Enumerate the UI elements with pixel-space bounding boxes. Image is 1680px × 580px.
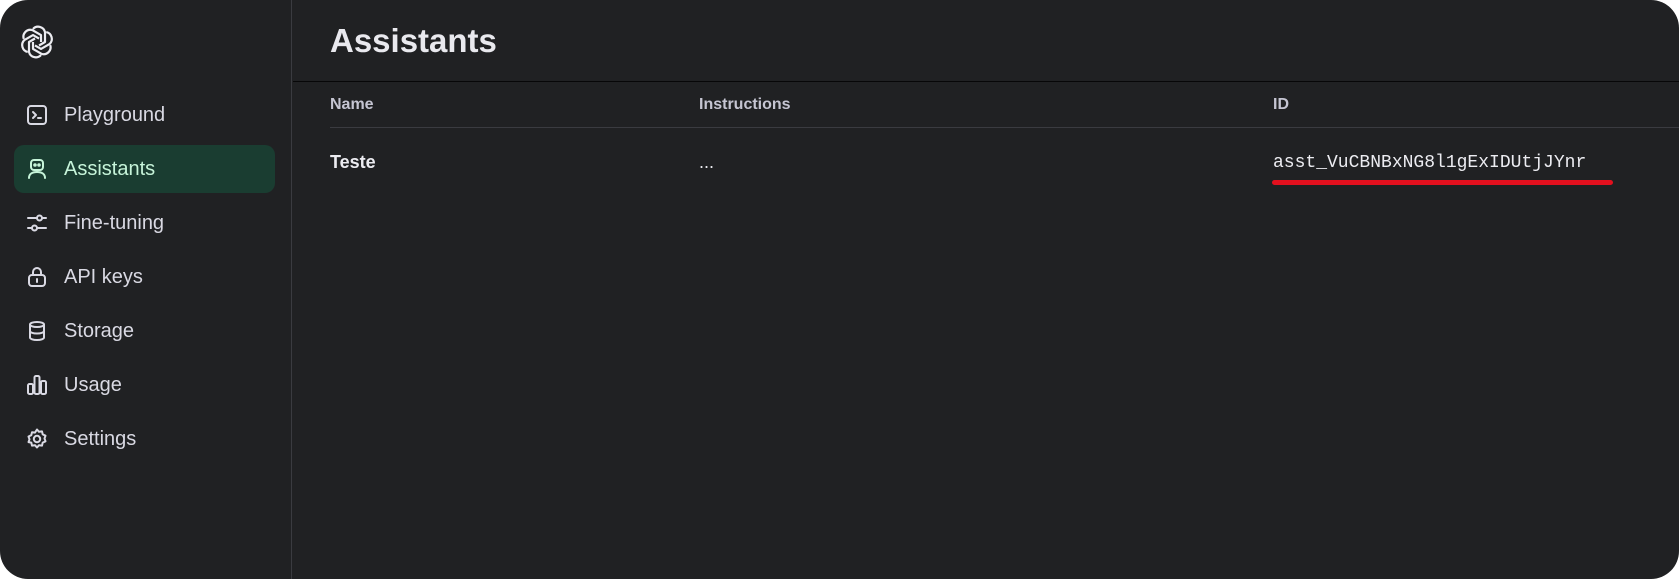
gear-icon xyxy=(24,426,50,452)
sidebar: Playground Assistants Fine-tuning API ke… xyxy=(0,0,292,579)
sidebar-item-assistants[interactable]: Assistants xyxy=(14,145,275,193)
assistant-id[interactable]: asst_VuCBNBxNG8l1gExIDUtjJYnr xyxy=(1273,153,1586,173)
app-window: Playground Assistants Fine-tuning API ke… xyxy=(0,0,1679,579)
sidebar-item-label: Storage xyxy=(64,319,135,342)
sidebar-item-label: Playground xyxy=(64,103,166,126)
column-header-name[interactable]: Name xyxy=(330,96,374,114)
sidebar-item-label: Settings xyxy=(64,427,137,450)
terminal-icon xyxy=(24,102,50,128)
red-underline-annotation xyxy=(1272,180,1613,185)
column-header-id[interactable]: ID xyxy=(1273,96,1289,114)
assistant-name: Teste xyxy=(330,152,376,172)
sidebar-item-fine-tuning[interactable]: Fine-tuning xyxy=(14,199,275,247)
sidebar-item-playground[interactable]: Playground xyxy=(14,91,275,139)
sidebar-item-storage[interactable]: Storage xyxy=(14,307,275,355)
database-icon xyxy=(24,318,50,344)
page-title: Assistants xyxy=(330,22,497,59)
page-header: Assistants xyxy=(293,0,1679,82)
table-row[interactable]: Teste ... asst_VuCBNBxNG8l1gExIDUtjJYnr xyxy=(330,128,1679,198)
sidebar-item-usage[interactable]: Usage xyxy=(14,361,275,409)
sidebar-item-settings[interactable]: Settings xyxy=(14,415,275,463)
openai-logo-icon[interactable] xyxy=(17,22,57,62)
bar-chart-icon xyxy=(24,372,50,398)
sliders-icon xyxy=(24,210,50,236)
sidebar-item-api-keys[interactable]: API keys xyxy=(14,253,275,301)
sidebar-item-label: Fine-tuning xyxy=(64,211,165,234)
sidebar-item-label: API keys xyxy=(64,265,143,288)
sidebar-item-label: Assistants xyxy=(64,157,156,180)
sidebar-item-label: Usage xyxy=(64,373,122,396)
lock-icon xyxy=(24,264,50,290)
assistant-instructions: ... xyxy=(699,152,715,172)
sidebar-nav: Playground Assistants Fine-tuning API ke… xyxy=(14,91,275,469)
table-header: Name Instructions ID xyxy=(330,82,1679,128)
main-content: Assistants Name Instructions ID Teste ..… xyxy=(293,0,1679,579)
robot-icon xyxy=(24,156,50,182)
column-header-instructions[interactable]: Instructions xyxy=(699,96,791,114)
assistants-table: Name Instructions ID Teste ... asst_VuCB… xyxy=(330,82,1679,198)
